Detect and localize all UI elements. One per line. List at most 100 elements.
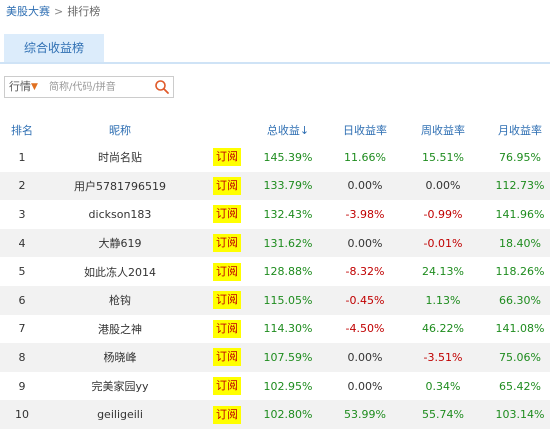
rank-cell: 3 xyxy=(18,207,26,221)
nickname-cell[interactable]: 时尚名贴 xyxy=(60,143,180,172)
nickname-cell[interactable]: 杨晓峰 xyxy=(60,343,180,372)
tab-overall-return[interactable]: 综合收益榜 xyxy=(4,34,104,62)
total-return-cell: 132.43% xyxy=(263,207,313,221)
nickname-cell[interactable]: 港股之神 xyxy=(60,315,180,344)
rank-cell: 6 xyxy=(18,293,26,307)
rank-cell: 7 xyxy=(18,322,26,336)
rank-cell: 10 xyxy=(15,408,29,422)
header-total-return[interactable]: 总收益↓ xyxy=(258,116,318,143)
subscribe-cell: 订阅 xyxy=(210,257,244,286)
subscribe-cell: 订阅 xyxy=(210,343,244,372)
subscribe-button[interactable]: 订阅 xyxy=(213,205,241,224)
week-return-cell: 24.13% xyxy=(422,265,464,279)
month-return-cell: 76.95% xyxy=(499,150,541,164)
total-return-cell: 114.30% xyxy=(263,322,313,336)
rank-cell: 2 xyxy=(18,179,26,193)
table-header-row: 排名 昵称 总收益↓ 日收益率 周收益率 月收益率 xyxy=(0,116,550,143)
rank-cell: 8 xyxy=(18,350,26,364)
search-input[interactable] xyxy=(49,79,149,95)
month-return-cell: 18.40% xyxy=(499,236,541,250)
total-return-cell: 145.39% xyxy=(263,150,313,164)
month-return-cell: 103.14% xyxy=(495,408,545,422)
subscribe-cell: 订阅 xyxy=(210,315,244,344)
month-return-cell: 141.96% xyxy=(495,207,545,221)
subscribe-button[interactable]: 订阅 xyxy=(213,377,241,396)
week-return-cell: -3.51% xyxy=(423,350,463,364)
table-row: 8 杨晓峰 订阅 107.59% 0.00% -3.51% 75.06% xyxy=(0,343,550,372)
day-return-cell: 0.00% xyxy=(347,236,383,250)
month-return-cell: 75.06% xyxy=(499,350,541,364)
month-return-cell: 66.30% xyxy=(499,293,541,307)
nickname-cell[interactable]: 枪钩 xyxy=(60,286,180,315)
subscribe-button[interactable]: 订阅 xyxy=(213,234,241,253)
month-return-cell: 118.26% xyxy=(495,265,545,279)
table-row: 10 geiligeili 订阅 102.80% 53.99% 55.74% 103.14% xyxy=(0,400,550,429)
subscribe-cell: 订阅 xyxy=(210,143,244,172)
day-return-cell: 0.00% xyxy=(347,179,383,193)
table-row: 6 枪钩 订阅 115.05% -0.45% 1.13% 66.30% xyxy=(0,285,550,315)
search-icon[interactable] xyxy=(154,79,170,95)
day-return-cell: 0.00% xyxy=(347,350,383,364)
subscribe-cell: 订阅 xyxy=(210,286,244,315)
day-return-cell: -0.45% xyxy=(345,293,385,307)
subscribe-button[interactable]: 订阅 xyxy=(213,262,241,281)
subscribe-button[interactable]: 订阅 xyxy=(213,405,241,424)
rank-cell: 4 xyxy=(18,236,26,250)
header-nickname: 昵称 xyxy=(109,123,131,137)
nickname-cell[interactable]: dickson183 xyxy=(60,200,180,229)
total-return-cell: 102.80% xyxy=(263,408,313,422)
rank-cell: 1 xyxy=(18,150,26,164)
market-filter-label[interactable]: 行情 xyxy=(9,77,31,97)
subscribe-cell: 订阅 xyxy=(210,200,244,229)
day-return-cell: 0.00% xyxy=(347,379,383,393)
leaderboard-table: 排名 昵称 总收益↓ 日收益率 周收益率 月收益率 1 时尚名贴 订阅 145.39%… xyxy=(0,116,550,429)
table-row: 7 港股之神 订阅 114.30% -4.50% 46.22% 141.08% xyxy=(0,315,550,344)
breadcrumb: 美股大赛 > 排行榜 xyxy=(6,5,100,19)
week-return-cell: -0.01% xyxy=(423,236,463,250)
week-return-cell: 0.34% xyxy=(425,379,461,393)
nickname-cell[interactable]: 完美家园yy xyxy=(60,372,180,401)
breadcrumb-home-link[interactable]: 美股大赛 xyxy=(6,5,50,18)
nickname-cell[interactable]: 大静619 xyxy=(60,229,180,258)
table-body: 1 时尚名贴 订阅 145.39% 11.66% 15.51% 76.95% 2 用户57817… xyxy=(0,143,550,429)
nickname-cell[interactable]: geiligeili xyxy=(60,400,180,429)
subscribe-button[interactable]: 订阅 xyxy=(213,348,241,367)
subscribe-button[interactable]: 订阅 xyxy=(213,176,241,195)
table-row: 2 用户5781796519 订阅 133.79% 0.00% 0.00% 112.73% xyxy=(0,171,550,201)
nickname-cell[interactable]: 如此冻人2014 xyxy=(60,257,180,286)
table-row: 1 时尚名贴 订阅 145.39% 11.66% 15.51% 76.95% xyxy=(0,143,550,172)
header-week-return[interactable]: 周收益率 xyxy=(408,116,478,143)
subscribe-cell: 订阅 xyxy=(210,400,244,429)
rank-cell: 5 xyxy=(18,265,26,279)
total-return-cell: 102.95% xyxy=(263,379,313,393)
chevron-down-icon[interactable]: ▼ xyxy=(31,79,38,95)
total-return-cell: 131.62% xyxy=(263,236,313,250)
subscribe-cell: 订阅 xyxy=(210,372,244,401)
day-return-cell: -8.32% xyxy=(345,265,385,279)
day-return-cell: 11.66% xyxy=(344,150,386,164)
subscribe-cell: 订阅 xyxy=(210,229,244,258)
table-row: 4 大静619 订阅 131.62% 0.00% -0.01% 18.40% xyxy=(0,228,550,258)
breadcrumb-current: 排行榜 xyxy=(67,5,101,18)
subscribe-cell: 订阅 xyxy=(210,172,244,201)
month-return-cell: 65.42% xyxy=(499,379,541,393)
search-box: 行情 ▼ xyxy=(4,76,174,98)
total-return-cell: 115.05% xyxy=(263,293,313,307)
header-day-return[interactable]: 日收益率 xyxy=(330,116,400,143)
week-return-cell: -0.99% xyxy=(423,207,463,221)
month-return-cell: 141.08% xyxy=(495,322,545,336)
week-return-cell: 55.74% xyxy=(422,408,464,422)
total-return-cell: 128.88% xyxy=(263,265,313,279)
week-return-cell: 0.00% xyxy=(425,179,461,193)
rank-cell: 9 xyxy=(18,379,26,393)
subscribe-button[interactable]: 订阅 xyxy=(213,291,241,310)
week-return-cell: 1.13% xyxy=(425,293,461,307)
header-month-return[interactable]: 月收益率 xyxy=(490,116,550,143)
day-return-cell: 53.99% xyxy=(344,408,386,422)
subscribe-button[interactable]: 订阅 xyxy=(213,319,241,338)
breadcrumb-separator: > xyxy=(54,5,64,18)
nickname-cell[interactable]: 用户5781796519 xyxy=(60,172,180,201)
subscribe-button[interactable]: 订阅 xyxy=(213,148,241,167)
week-return-cell: 46.22% xyxy=(422,322,464,336)
total-return-cell: 133.79% xyxy=(263,179,313,193)
